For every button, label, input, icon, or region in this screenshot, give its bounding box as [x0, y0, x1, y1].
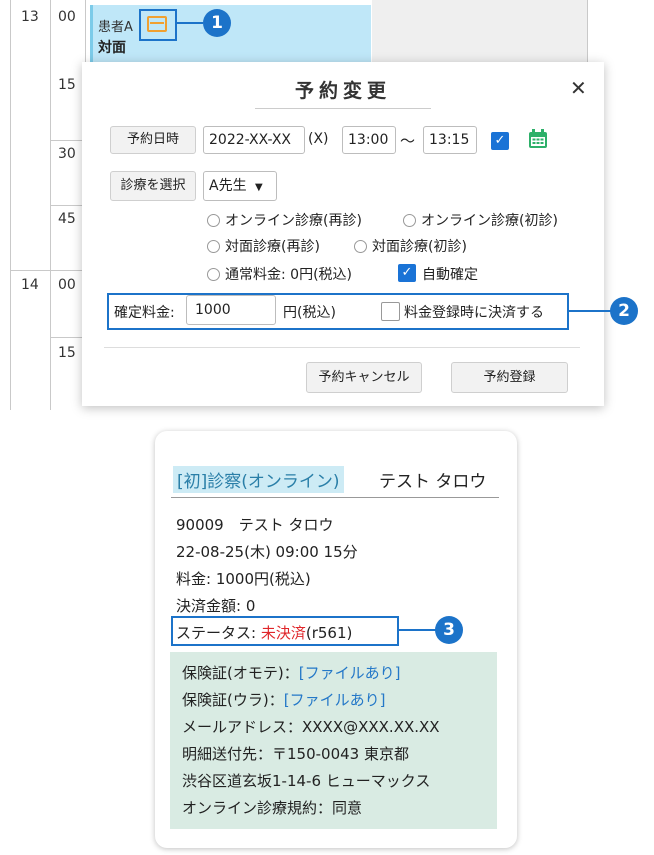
auto-confirm-label: 自動確定 — [422, 267, 478, 283]
reservation-info-card: [初]診察(オンライン) テスト タロウ 90009 テスト タロウ 22-08… — [155, 431, 517, 848]
calendar-icon[interactable] — [528, 129, 548, 149]
terms-consent: オンライン診療規約：同意 — [182, 799, 363, 817]
radio-inperson-first[interactable] — [354, 240, 367, 253]
insurance-front-label: 保険証(オモテ)： — [182, 664, 299, 682]
callout-3-highlight — [171, 616, 399, 646]
modal-title: 予約変更 — [294, 80, 391, 102]
date-field[interactable]: 2022-XX-XX — [203, 126, 305, 154]
callout-3-badge: 3 — [435, 616, 463, 644]
minute-label: 15 — [58, 77, 76, 93]
cancel-reservation-button[interactable]: 予約キャンセル — [306, 362, 422, 393]
grid-line — [85, 0, 86, 62]
settled-amount: 決済金額: 0 — [176, 597, 256, 615]
callout-line — [175, 22, 203, 24]
grid-line — [587, 0, 588, 62]
option-inperson-first: 対面診療(初診) — [372, 239, 467, 255]
calendar-unavailable-slot — [372, 0, 587, 62]
auto-confirm-checkbox[interactable]: ✓ — [398, 264, 416, 282]
patient-id-name: 90009 テスト タロウ — [176, 516, 334, 534]
appointment-block[interactable]: 患者A 対面 — [90, 5, 371, 62]
fee-info: 料金: 1000円(税込) — [176, 570, 311, 588]
start-time-field[interactable]: 13:00 — [342, 126, 396, 154]
insurance-front: 保険証(オモテ)：[ファイルあり] — [182, 662, 400, 683]
option-online-revisit: オンライン診療(再診) — [225, 213, 362, 229]
option-online-first: オンライン診療(初診) — [421, 213, 558, 229]
select-treatment-button[interactable]: 診療を選択 — [110, 171, 196, 201]
insurance-back-link[interactable]: [ファイルあり] — [284, 691, 386, 709]
grid-line — [10, 270, 85, 271]
callout-1-highlight — [139, 9, 177, 41]
option-regular-fee: 通常料金: 0円(税込) — [225, 267, 352, 283]
callout-1-badge: 1 — [203, 9, 231, 37]
radio-regular-fee[interactable] — [207, 268, 220, 281]
patient-details-panel: 保険証(オモテ)：[ファイルあり] 保険証(ウラ)：[ファイルあり] メールアド… — [170, 652, 497, 829]
radio-online-revisit[interactable] — [207, 214, 220, 227]
close-icon[interactable]: ✕ — [570, 76, 587, 100]
hour-label: 13 — [21, 9, 39, 25]
minute-label: 00 — [58, 277, 76, 293]
end-time-field[interactable]: 13:15 — [423, 126, 477, 154]
reservation-edit-modal: 予約変更 ✕ 予約日時 2022-XX-XX (X) 13:00 〜 13:15… — [82, 62, 604, 406]
reservation-datetime-button[interactable]: 予約日時 — [110, 126, 196, 154]
insurance-front-link[interactable]: [ファイルあり] — [299, 664, 401, 682]
patient-name: テスト タロウ — [379, 472, 487, 492]
modal-divider — [104, 347, 580, 348]
radio-inperson-revisit[interactable] — [207, 240, 220, 253]
hour-label: 14 — [21, 277, 39, 293]
title-underline — [255, 108, 431, 109]
grid-line — [50, 205, 85, 206]
address-line-2: 渋谷区道玄坂1-14-6 ヒューマックス — [182, 772, 431, 790]
option-inperson-revisit: 対面診療(再診) — [225, 239, 320, 255]
grid-line — [10, 0, 11, 410]
time-confirm-checkbox[interactable]: ✓ — [491, 132, 509, 150]
minute-label: 00 — [58, 9, 76, 25]
doctor-select[interactable]: A先生 ▼ — [203, 171, 277, 201]
callout-2-badge: 2 — [610, 297, 638, 325]
callout-2-highlight — [107, 293, 569, 330]
minute-label: 45 — [58, 211, 76, 227]
minute-label: 15 — [58, 345, 76, 361]
register-reservation-button[interactable]: 予約登録 — [451, 362, 568, 393]
insurance-back: 保険証(ウラ)：[ファイルあり] — [182, 689, 385, 710]
radio-online-first[interactable] — [403, 214, 416, 227]
grid-line — [50, 140, 85, 141]
address-line-1: 明細送付先：〒150-0043 東京都 — [182, 745, 409, 763]
time-separator: 〜 — [400, 132, 416, 150]
appointment-type: 対面 — [98, 40, 126, 56]
minute-label: 30 — [58, 146, 76, 162]
callout-line — [397, 629, 437, 631]
reservation-type-tag: [初]診察(オンライン) — [173, 466, 344, 493]
grid-line — [50, 337, 85, 338]
doctor-select-value: A先生 — [209, 178, 247, 194]
card-divider — [171, 497, 499, 498]
insurance-back-label: 保険証(ウラ)： — [182, 691, 284, 709]
appointment-patient: 患者A — [98, 20, 133, 35]
email-info: メールアドレス：XXXX@XXX.XX.XX — [182, 718, 440, 736]
chevron-down-icon: ▼ — [255, 182, 263, 193]
reservation-datetime: 22-08-25(木) 09:00 15分 — [176, 543, 358, 561]
callout-line — [567, 310, 613, 312]
weekday-label: (X) — [308, 131, 329, 147]
